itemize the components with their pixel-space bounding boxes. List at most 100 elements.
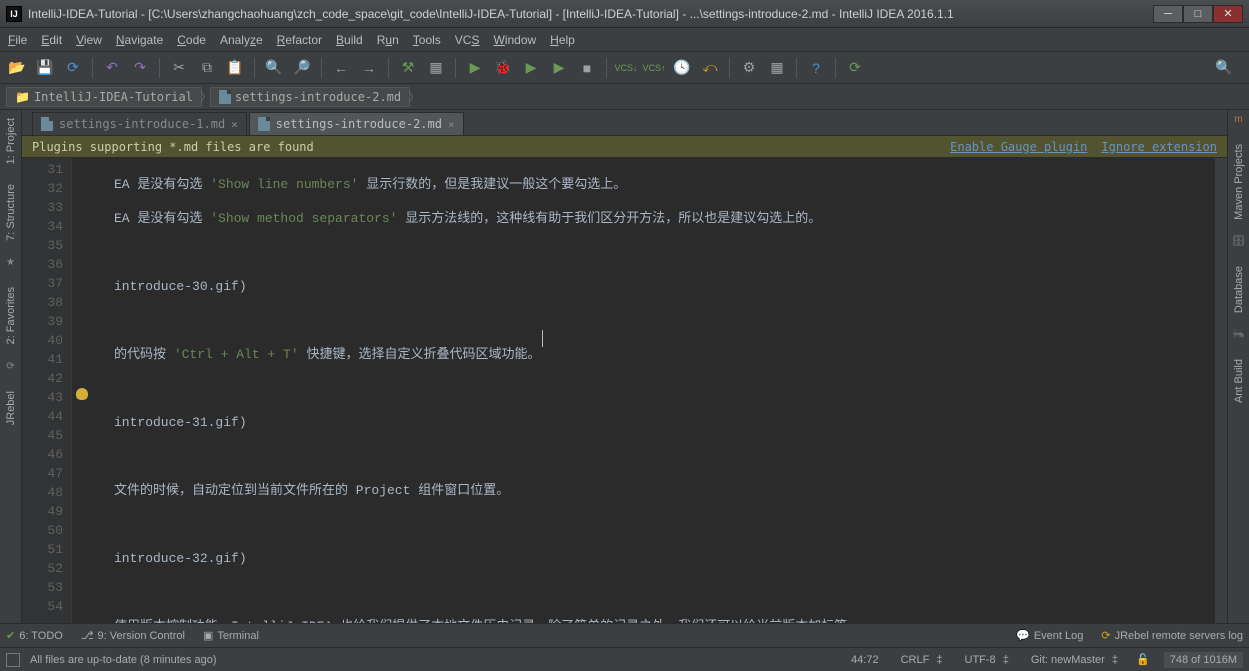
forward-icon[interactable]: → bbox=[358, 57, 380, 79]
tool-jrebel[interactable]: JRebel bbox=[3, 387, 19, 429]
tool-event-log[interactable]: 💬Event Log bbox=[1016, 629, 1083, 642]
status-git-branch[interactable]: Git: newMaster ‡ bbox=[1023, 654, 1122, 666]
status-message: All files are up-to-date (8 minutes ago) bbox=[30, 654, 216, 666]
tool-favorites[interactable]: 2: Favorites bbox=[3, 283, 19, 348]
left-tool-stripe: 1: Project 7: Structure ★ 2: Favorites ⟳… bbox=[0, 110, 22, 623]
close-icon[interactable]: × bbox=[448, 118, 455, 131]
tab-settings-2[interactable]: settings-introduce-2.md × bbox=[249, 112, 464, 135]
coverage-icon[interactable]: ▶ bbox=[520, 57, 542, 79]
status-encoding[interactable]: UTF-8 ‡ bbox=[957, 654, 1013, 666]
file-icon bbox=[258, 117, 270, 131]
project-structure-icon[interactable]: ▦ bbox=[766, 57, 788, 79]
config-icon[interactable]: ▦ bbox=[425, 57, 447, 79]
tool-window-toggle-icon[interactable] bbox=[6, 653, 20, 667]
breadcrumb-file[interactable]: settings-introduce-2.md bbox=[210, 87, 410, 107]
log-icon: 💬 bbox=[1016, 629, 1030, 642]
maximize-button[interactable]: □ bbox=[1183, 5, 1213, 23]
status-caret-pos[interactable]: 44:72 bbox=[847, 654, 883, 666]
make-icon[interactable]: ⚒ bbox=[397, 57, 419, 79]
tool-todo[interactable]: ✔6: TODO bbox=[6, 629, 63, 642]
menu-refactor[interactable]: Refactor bbox=[277, 33, 322, 47]
tool-terminal[interactable]: ▣Terminal bbox=[203, 629, 259, 642]
jrebel-rail-icon: ⟳ bbox=[4, 361, 18, 375]
tab-label: settings-introduce-2.md bbox=[276, 117, 442, 131]
bottom-tool-stripe: ✔6: TODO ⎇9: Version Control ▣Terminal 💬… bbox=[0, 623, 1249, 647]
tool-version-control[interactable]: ⎇9: Version Control bbox=[81, 629, 185, 642]
menu-help[interactable]: Help bbox=[550, 33, 575, 47]
status-line-sep[interactable]: CRLF ‡ bbox=[893, 654, 947, 666]
save-all-icon[interactable]: 💾 bbox=[34, 57, 56, 79]
paste-icon[interactable]: 📋 bbox=[224, 57, 246, 79]
search-everywhere-icon[interactable]: 🔍 bbox=[1213, 57, 1235, 79]
debug-icon[interactable]: 🐞 bbox=[492, 57, 514, 79]
close-icon[interactable]: × bbox=[231, 118, 238, 131]
vertical-scrollbar[interactable] bbox=[1215, 158, 1227, 623]
intention-bulb-icon[interactable] bbox=[76, 388, 88, 400]
redo-icon[interactable]: ↷ bbox=[129, 57, 151, 79]
sync-icon[interactable]: ⟳ bbox=[62, 57, 84, 79]
folder-icon: 📁 bbox=[15, 90, 30, 104]
menubar: File Edit View Navigate Code Analyze Ref… bbox=[0, 28, 1249, 52]
ignore-extension-link[interactable]: Ignore extension bbox=[1101, 140, 1217, 154]
menu-analyze[interactable]: Analyze bbox=[220, 33, 263, 47]
app-icon: IJ bbox=[6, 6, 22, 22]
menu-edit[interactable]: Edit bbox=[41, 33, 62, 47]
find-icon[interactable]: 🔍 bbox=[263, 57, 285, 79]
editor[interactable]: 313233 343536 373839 404142 434445 46474… bbox=[22, 158, 1227, 623]
editor-tabs: settings-introduce-1.md × settings-intro… bbox=[22, 110, 1227, 136]
maven-icon: m bbox=[1232, 114, 1246, 128]
window-titlebar: IJ IntelliJ-IDEA-Tutorial - [C:\Users\zh… bbox=[0, 0, 1249, 28]
vcs-update-icon[interactable]: VCS↓ bbox=[615, 57, 637, 79]
ant-icon: 🐜 bbox=[1232, 329, 1246, 343]
tool-database[interactable]: Database bbox=[1231, 262, 1247, 317]
close-button[interactable]: ✕ bbox=[1213, 5, 1243, 23]
terminal-icon: ▣ bbox=[203, 629, 213, 642]
status-memory[interactable]: 748 of 1016M bbox=[1164, 652, 1243, 668]
menu-view[interactable]: View bbox=[76, 33, 102, 47]
run2-icon[interactable]: ▶ bbox=[548, 57, 570, 79]
cut-icon[interactable]: ✂ bbox=[168, 57, 190, 79]
tool-project[interactable]: 1: Project bbox=[3, 114, 19, 168]
enable-plugin-link[interactable]: Enable Gauge plugin bbox=[950, 140, 1087, 154]
tool-jrebel-log[interactable]: ⟳JRebel remote servers log bbox=[1101, 629, 1243, 642]
run-icon[interactable]: ▶ bbox=[464, 57, 486, 79]
database-icon: 🗄 bbox=[1232, 236, 1246, 250]
help-icon[interactable]: ? bbox=[805, 57, 827, 79]
jrebel-log-icon: ⟳ bbox=[1101, 629, 1110, 642]
copy-icon[interactable]: ⧉ bbox=[196, 57, 218, 79]
jrebel-icon[interactable]: ⟳ bbox=[844, 57, 866, 79]
open-icon[interactable]: 📂 bbox=[6, 57, 28, 79]
main-toolbar: 📂 💾 ⟳ ↶ ↷ ✂ ⧉ 📋 🔍 🔎 ← → ⚒ ▦ ▶ 🐞 ▶ ▶ ■ VC… bbox=[0, 52, 1249, 84]
check-icon: ✔ bbox=[6, 629, 15, 642]
menu-run[interactable]: Run bbox=[377, 33, 399, 47]
menu-vcs[interactable]: VCS bbox=[455, 33, 480, 47]
gutter-icons bbox=[72, 158, 114, 623]
menu-tools[interactable]: Tools bbox=[413, 33, 441, 47]
tool-maven[interactable]: Maven Projects bbox=[1231, 140, 1247, 224]
menu-file[interactable]: File bbox=[8, 33, 27, 47]
replace-icon[interactable]: 🔎 bbox=[291, 57, 313, 79]
menu-code[interactable]: Code bbox=[177, 33, 206, 47]
breadcrumb-project[interactable]: 📁 IntelliJ-IDEA-Tutorial bbox=[6, 87, 202, 107]
code-content[interactable]: EA 是没有勾选 'Show line numbers' 显示行数的，但是我建议… bbox=[114, 158, 1227, 623]
notification-text: Plugins supporting *.md files are found bbox=[32, 140, 314, 154]
settings-icon[interactable]: ⚙ bbox=[738, 57, 760, 79]
tool-structure[interactable]: 7: Structure bbox=[3, 180, 19, 245]
text-caret bbox=[542, 330, 543, 347]
revert-icon[interactable]: ⤺ bbox=[699, 57, 721, 79]
tool-ant[interactable]: Ant Build bbox=[1231, 355, 1247, 407]
menu-window[interactable]: Window bbox=[493, 33, 536, 47]
back-icon[interactable]: ← bbox=[330, 57, 352, 79]
status-bar: All files are up-to-date (8 minutes ago)… bbox=[0, 647, 1249, 671]
right-tool-stripe: m Maven Projects 🗄 Database 🐜 Ant Build bbox=[1227, 110, 1249, 623]
file-icon bbox=[219, 90, 231, 104]
tab-settings-1[interactable]: settings-introduce-1.md × bbox=[32, 112, 247, 135]
undo-icon[interactable]: ↶ bbox=[101, 57, 123, 79]
stop-icon[interactable]: ■ bbox=[576, 57, 598, 79]
history-icon[interactable]: 🕓 bbox=[671, 57, 693, 79]
menu-build[interactable]: Build bbox=[336, 33, 363, 47]
lock-icon[interactable]: 🔓 bbox=[1132, 653, 1154, 666]
minimize-button[interactable]: ─ bbox=[1153, 5, 1183, 23]
vcs-commit-icon[interactable]: VCS↑ bbox=[643, 57, 665, 79]
menu-navigate[interactable]: Navigate bbox=[116, 33, 163, 47]
